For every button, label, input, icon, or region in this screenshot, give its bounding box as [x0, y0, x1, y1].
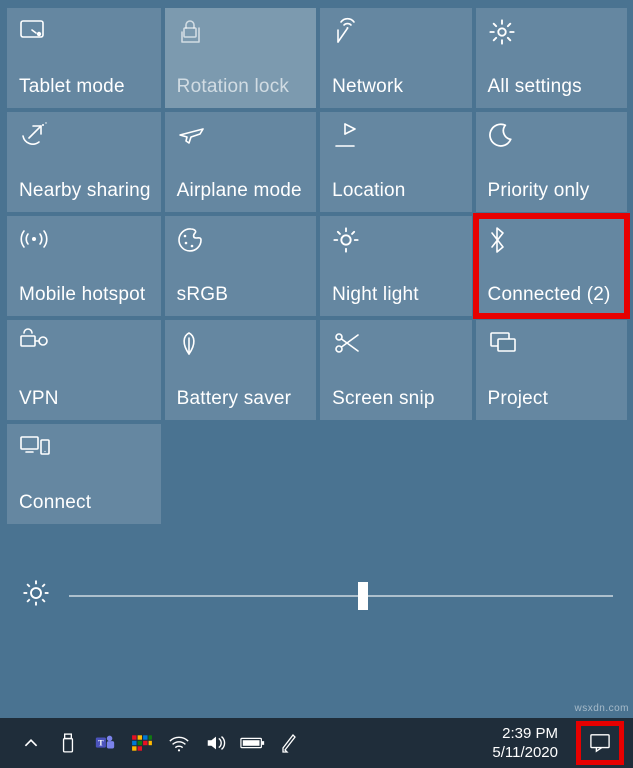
tile-connect[interactable]: Connect — [7, 424, 161, 524]
tile-label: Mobile hotspot — [19, 284, 151, 306]
tablet-icon — [19, 18, 47, 46]
wifi-icon[interactable] — [168, 732, 190, 754]
moon-icon — [488, 122, 516, 150]
tile-label: Connect — [19, 492, 151, 514]
tile-all-settings[interactable]: All settings — [476, 8, 627, 108]
tile-tablet-mode[interactable]: Tablet mode — [7, 8, 161, 108]
clock-date: 5/11/2020 — [492, 743, 558, 763]
tile-network[interactable]: Network — [320, 8, 471, 108]
tile-label: Project — [488, 388, 617, 410]
wifi-antenna-icon — [332, 18, 360, 46]
taskbar: T 2:39 PM 5/11/20 — [0, 718, 633, 768]
tile-label: Nearby sharing — [19, 180, 151, 202]
palette-icon — [177, 226, 205, 254]
tile-label: Network — [332, 76, 461, 98]
tile-rotation-lock[interactable]: Rotation lock — [165, 8, 316, 108]
brightness-row — [7, 578, 627, 613]
tile-label: Location — [332, 180, 461, 202]
airplane-icon — [177, 122, 205, 150]
hotspot-icon — [19, 226, 47, 254]
brightness-icon — [21, 578, 51, 613]
tile-nearby-sharing[interactable]: Nearby sharing — [7, 112, 161, 212]
connect-icon — [19, 434, 47, 462]
svg-text:T: T — [98, 738, 104, 747]
pen-icon[interactable] — [279, 732, 301, 754]
tile-label: Rotation lock — [177, 76, 306, 98]
action-center-panel: Tablet mode Rotation lock Network All setti… — [7, 8, 627, 718]
tile-label: All settings — [488, 76, 617, 98]
brightness-slider[interactable] — [69, 584, 613, 608]
tile-vpn[interactable]: VPN — [7, 320, 161, 420]
usb-icon[interactable] — [57, 732, 79, 754]
tile-airplane-mode[interactable]: Airplane mode — [165, 112, 316, 212]
tile-label: sRGB — [177, 284, 306, 306]
battery-icon[interactable] — [242, 732, 264, 754]
teams-icon[interactable]: T — [94, 732, 116, 754]
tile-project[interactable]: Project — [476, 320, 627, 420]
tile-night-light[interactable]: Night light — [320, 216, 471, 316]
tray-chevron-icon[interactable] — [20, 732, 42, 754]
tile-label: Screen snip — [332, 388, 461, 410]
tile-label: Battery saver — [177, 388, 306, 410]
tile-label: Airplane mode — [177, 180, 306, 202]
tile-label: Night light — [332, 284, 461, 306]
app-grid-icon[interactable] — [131, 732, 153, 754]
clock-time: 2:39 PM — [492, 724, 558, 744]
tile-srgb[interactable]: sRGB — [165, 216, 316, 316]
leaf-icon — [177, 330, 205, 358]
quick-actions-grid: Tablet mode Rotation lock Network All setti… — [7, 8, 627, 524]
bluetooth-icon — [488, 226, 516, 254]
gear-icon — [488, 18, 516, 46]
tile-mobile-hotspot[interactable]: Mobile hotspot — [7, 216, 161, 316]
volume-icon[interactable] — [205, 732, 227, 754]
tile-screen-snip[interactable]: Screen snip — [320, 320, 471, 420]
rotation-lock-icon — [177, 18, 205, 46]
tile-location[interactable]: Location — [320, 112, 471, 212]
tile-label: Tablet mode — [19, 76, 151, 98]
tile-bluetooth[interactable]: Connected (2) — [476, 216, 627, 316]
tile-battery-saver[interactable]: Battery saver — [165, 320, 316, 420]
tile-priority-only[interactable]: Priority only — [476, 112, 627, 212]
location-icon — [332, 122, 360, 150]
project-icon — [488, 330, 516, 358]
vpn-icon — [19, 330, 47, 358]
watermark: wsxdn.com — [574, 703, 629, 714]
tile-label: Connected (2) — [488, 284, 617, 306]
share-icon — [19, 122, 47, 150]
taskbar-clock[interactable]: 2:39 PM 5/11/2020 — [492, 724, 564, 763]
tile-label: Priority only — [488, 180, 617, 202]
snip-icon — [332, 330, 360, 358]
action-center-button[interactable] — [579, 724, 621, 762]
tile-label: VPN — [19, 388, 151, 410]
slider-thumb[interactable] — [358, 582, 368, 610]
slider-track — [69, 595, 613, 597]
night-light-icon — [332, 226, 360, 254]
